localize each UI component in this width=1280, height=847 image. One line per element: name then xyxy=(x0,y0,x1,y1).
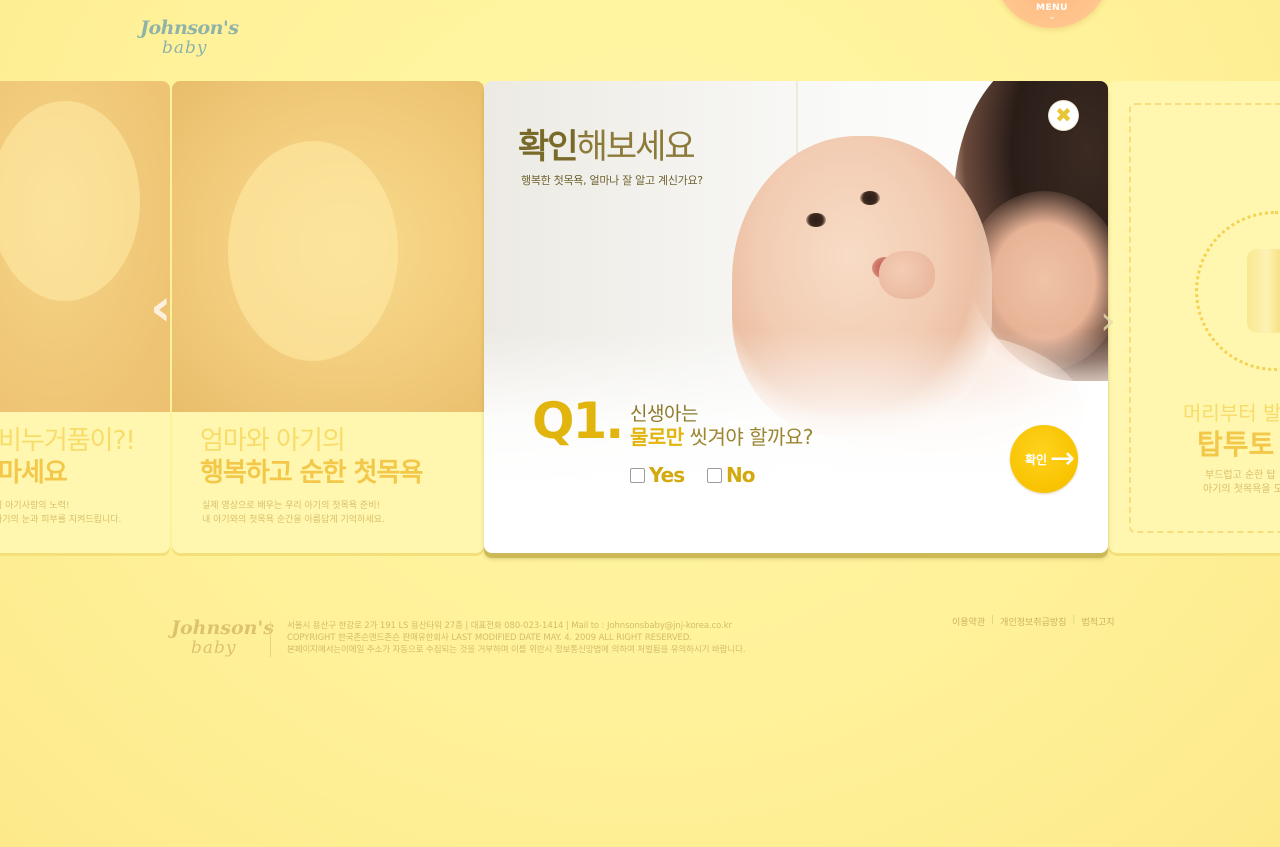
footer-link-separator: | xyxy=(991,615,995,625)
footer-copyright: COPYRIGHT 한국존슨앤드존슨 판매유한회사 LAST MODIFIED … xyxy=(287,633,692,643)
logo-line2: baby xyxy=(162,38,208,58)
carousel-next-arrow-icon[interactable]: › xyxy=(1100,298,1130,344)
carousel-card-right[interactable]: 머리부터 발 탑투토 부드럽고 순한 탑 아기의 첫목욕을 도 xyxy=(1109,81,1280,553)
baby-eye xyxy=(806,213,826,227)
footer-links: 이용약관 | 개인정보취급방침 | 법적고지 xyxy=(952,615,1115,628)
baby-eye xyxy=(860,191,880,205)
carousel-card-left-1[interactable]: 비누거품이?! 마세요 이 아기사랑의 노력! 아기의 눈과 피부를 지켜드립니… xyxy=(0,81,170,553)
card-title-line2: 행복하고 순한 첫목욕 xyxy=(200,458,423,488)
footer-address: 서울시 용산구 한강로 2가 191 LS 용산타워 27층 | 대표전화 08… xyxy=(287,621,732,631)
footer-link-separator: | xyxy=(1072,615,1076,625)
quiz-title-rest: 해보세요 xyxy=(576,127,696,167)
quiz-subtitle: 행복한 첫목욕, 얼마나 잘 알고 계신가요? xyxy=(521,174,703,187)
card-title-line1: 비누거품이?! xyxy=(0,426,136,456)
product-bottle-image xyxy=(1247,249,1280,333)
faded-face xyxy=(0,101,140,301)
confirm-button-label[interactable]: 확인 xyxy=(1025,451,1047,468)
question-number: Q1. xyxy=(532,392,624,450)
carousel-prev-arrow-icon[interactable]: ‹ xyxy=(150,280,186,336)
footer-logo: Johnson's baby xyxy=(171,617,274,662)
yes-label[interactable]: Yes xyxy=(649,463,685,487)
quiz-title-bold: 확인 xyxy=(518,127,579,167)
footer-divider xyxy=(270,621,271,657)
confirm-button[interactable]: 확인 → xyxy=(1010,425,1078,493)
option-yes[interactable]: Yes xyxy=(630,463,685,487)
option-no[interactable]: No xyxy=(707,463,756,487)
footer-notice: 본페이지에서는이메일 주소가 자동으로 수집되는 것을 거부하며 이를 위반시 … xyxy=(287,645,746,655)
question-line2: 물로만 씻겨야 할까요? xyxy=(630,421,813,450)
card-text-line2: 아기의 첫목욕을 도 xyxy=(1203,484,1280,495)
chevron-down-icon[interactable]: ⌄ xyxy=(1046,12,1058,22)
footer-logo-line2: baby xyxy=(191,638,237,658)
question-highlight: 물로만 xyxy=(630,425,684,449)
quiz-title: 확인해보세요 xyxy=(518,127,696,167)
card-text-line1: 이 아기사랑의 노력! xyxy=(0,501,70,511)
close-icon[interactable]: ✖ xyxy=(1049,101,1078,130)
card-photo-baby-bath xyxy=(172,81,484,412)
card-text-line1: 부드럽고 순한 탑 xyxy=(1205,470,1276,481)
footer-link-privacy[interactable]: 개인정보취급방침 xyxy=(1000,615,1066,628)
card-text-line2: 내 아기와의 첫목욕 순간을 아름답게 기억하세요. xyxy=(202,515,385,525)
card-title-line1: 엄마와 아기의 xyxy=(200,426,346,456)
footer-logo-line1: Johnson's xyxy=(171,617,274,639)
footer-link-legal[interactable]: 법적고지 xyxy=(1081,615,1114,628)
carousel-card-left-2[interactable]: 엄마와 아기의 행복하고 순한 첫목욕 실제 영상으로 배우는 우리 아기의 첫… xyxy=(172,81,484,553)
logo-line1: Johnson's xyxy=(140,17,239,39)
footer-link-terms[interactable]: 이용약관 xyxy=(952,615,985,628)
faded-face xyxy=(228,141,398,361)
question-line2-rest: 씻겨야 할까요? xyxy=(683,425,814,449)
card-title-line2: 마세요 xyxy=(0,458,68,488)
card-text-line1: 실제 영상으로 배우는 우리 아기의 첫목욕 준비! xyxy=(202,501,381,511)
johnsons-baby-logo[interactable]: Johnson's baby xyxy=(140,17,239,62)
yes-checkbox[interactable] xyxy=(630,467,645,483)
card-title-line1: 머리부터 발 xyxy=(1183,401,1280,425)
quiz-modal: 확인해보세요 행복한 첫목욕, 얼마나 잘 알고 계신가요? Q1. 신생아는 … xyxy=(484,81,1108,553)
card-photo-mother-smiling xyxy=(0,81,170,412)
baby-hand xyxy=(879,251,935,299)
card-title-line2: 탑투토 xyxy=(1197,428,1275,461)
card-text-line2: 아기의 눈과 피부를 지켜드립니다. xyxy=(0,515,122,525)
no-checkbox[interactable] xyxy=(707,467,722,483)
arrow-right-icon[interactable]: → xyxy=(1050,439,1078,479)
no-label[interactable]: No xyxy=(726,463,756,487)
